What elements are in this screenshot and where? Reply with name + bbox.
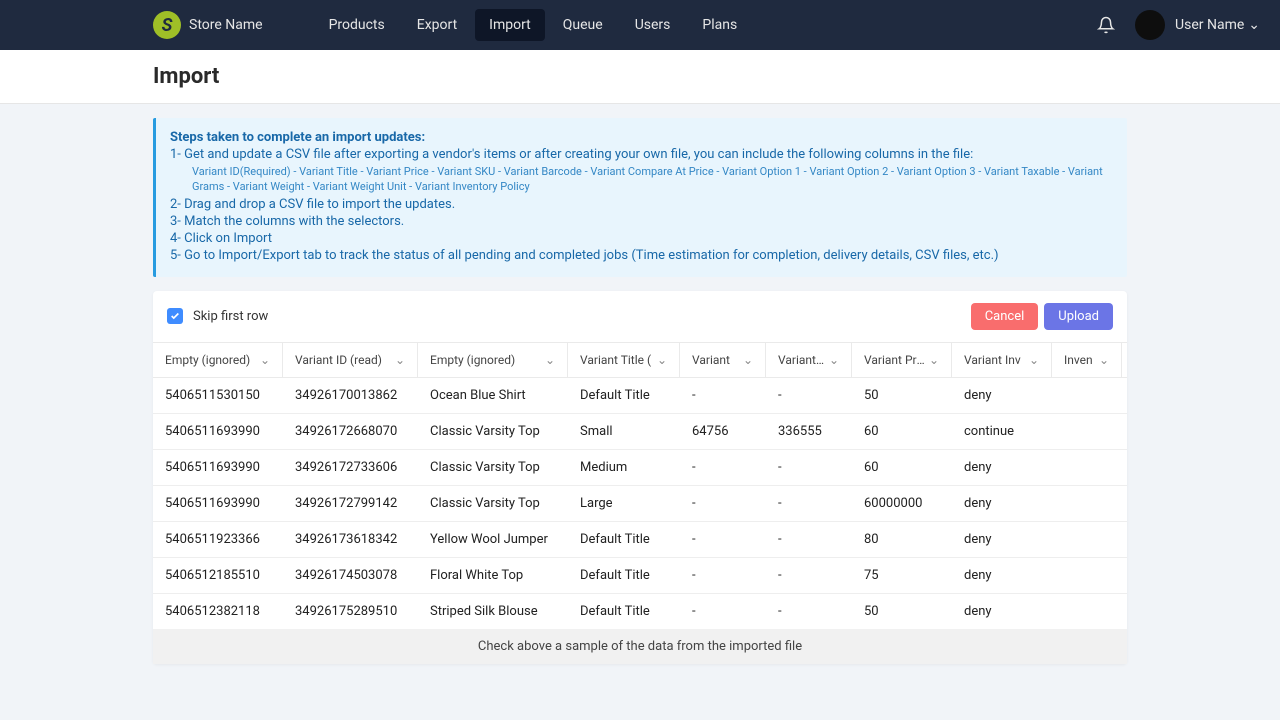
instruction-step: 4- Click on Import	[170, 231, 1113, 246]
table-row: 540651218551034926174503078Floral White …	[153, 558, 1127, 594]
chevron-down-icon: ⌄	[929, 353, 939, 367]
table-row: 540651192336634926173618342Yellow Wool J…	[153, 522, 1127, 558]
chevron-down-icon: ⌄	[1248, 17, 1260, 33]
chevron-down-icon: ⌄	[829, 353, 839, 367]
table-row: 540651169399034926172668070Classic Varsi…	[153, 414, 1127, 450]
chevron-down-icon: ⌄	[260, 353, 270, 367]
cancel-button[interactable]: Cancel	[971, 303, 1039, 330]
chevron-down-icon: ⌄	[743, 353, 753, 367]
nav-item-users[interactable]: Users	[621, 9, 685, 41]
chevron-down-icon: ⌄	[1029, 353, 1039, 367]
instruction-step: 3- Match the columns with the selectors.	[170, 214, 1113, 229]
nav-item-plans[interactable]: Plans	[688, 9, 751, 41]
preview-table-footer: Check above a sample of the data from th…	[153, 629, 1127, 664]
table-row: 540651169399034926172733606Classic Varsi…	[153, 450, 1127, 486]
column-selector[interactable]: Variant Pric⌄	[852, 343, 952, 377]
column-selector[interactable]: Empty (ignored)⌄	[418, 343, 568, 377]
store-name: Store Name	[189, 17, 263, 33]
user-menu[interactable]: User Name ⌄	[1135, 10, 1260, 40]
bell-icon[interactable]	[1097, 16, 1115, 34]
top-navbar: S Store Name ProductsExportImportQueueUs…	[0, 0, 1280, 50]
upload-button[interactable]: Upload	[1044, 303, 1113, 330]
instructions-panel: Steps taken to complete an import update…	[153, 118, 1127, 277]
nav-item-export[interactable]: Export	[403, 9, 471, 41]
chevron-down-icon: ⌄	[545, 353, 555, 367]
nav-item-import[interactable]: Import	[475, 9, 545, 41]
column-selector[interactable]: Variant⌄	[680, 343, 766, 377]
column-selector[interactable]: Variant Title (⌄	[568, 343, 680, 377]
instructions-heading: Steps taken to complete an import update…	[170, 130, 1113, 145]
nav-item-products[interactable]: Products	[315, 9, 399, 41]
column-selector[interactable]: Variant B⌄	[766, 343, 852, 377]
preview-table: Empty (ignored)⌄Variant ID (read)⌄Empty …	[153, 342, 1127, 664]
table-row: 540651238211834926175289510Striped Silk …	[153, 594, 1127, 629]
column-selector[interactable]: Variant Inv⌄	[952, 343, 1052, 377]
table-row: 540651169399034926172799142Classic Varsi…	[153, 486, 1127, 522]
instruction-columns-list: Variant ID(Required) - Variant Title - V…	[170, 164, 1113, 195]
chevron-down-icon: ⌄	[657, 353, 667, 367]
page-header: Import	[0, 50, 1280, 104]
column-selector[interactable]: Inven⌄	[1052, 343, 1122, 377]
instruction-step: 2- Drag and drop a CSV file to import th…	[170, 197, 1113, 212]
nav-item-queue[interactable]: Queue	[549, 9, 617, 41]
avatar	[1135, 10, 1165, 40]
skip-first-row-label: Skip first row	[193, 309, 268, 324]
brand-logo: S	[153, 11, 181, 39]
column-selector[interactable]: Variant ID (read)⌄	[283, 343, 418, 377]
chevron-down-icon: ⌄	[1099, 353, 1109, 367]
import-preview-card: Skip first row Cancel Upload Empty (igno…	[153, 291, 1127, 664]
column-selector[interactable]: Empty (ignored)⌄	[153, 343, 283, 377]
instruction-step: 1- Get and update a CSV file after expor…	[170, 147, 1113, 162]
page-title: Import	[153, 64, 1127, 89]
table-row: 540651153015034926170013862Ocean Blue Sh…	[153, 378, 1127, 414]
user-name: User Name	[1175, 17, 1244, 33]
instruction-step: 5- Go to Import/Export tab to track the …	[170, 248, 1113, 263]
skip-first-row-checkbox[interactable]	[167, 308, 183, 324]
chevron-down-icon: ⌄	[395, 353, 405, 367]
